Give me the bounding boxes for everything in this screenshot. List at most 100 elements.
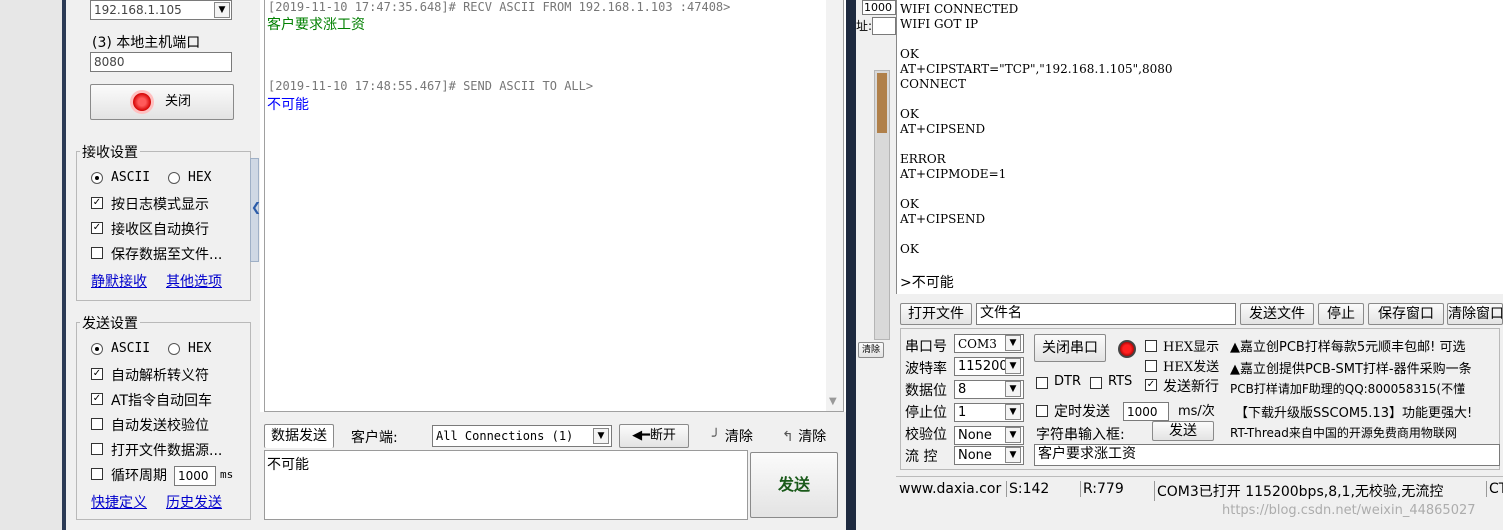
serial-terminal-last-line: >不可能	[900, 275, 954, 291]
save-file-checkbox[interactable]	[91, 247, 103, 259]
history-send-link[interactable]: 历史发送	[166, 492, 222, 512]
loop-period-label: 循环周期	[111, 468, 167, 484]
timed-send-checkbox[interactable]	[1036, 405, 1048, 417]
ad-line-4[interactable]: 【下载升级版SSCOM5.13】功能更强大!	[1235, 402, 1472, 421]
sscom-top-value[interactable]: 1000	[862, 0, 896, 15]
client-select[interactable]: All Connections (1)	[432, 425, 612, 447]
serial-input-box[interactable]: 客户要求涨工资	[1034, 444, 1500, 466]
recv-hex-label: HEX	[188, 170, 212, 185]
file-source-label: 打开文件数据源...	[111, 443, 223, 459]
silent-recv-link[interactable]: 静默接收	[91, 271, 147, 291]
local-port-input[interactable]: 8080	[90, 52, 232, 72]
send-ascii-radio[interactable]	[91, 343, 103, 355]
hex-show-checkbox[interactable]	[1145, 340, 1157, 352]
auto-wrap-label: 接收区自动换行	[111, 222, 209, 238]
timed-value-input[interactable]: 1000	[1123, 402, 1169, 421]
status-recv-count: R:779	[1080, 481, 1124, 497]
open-file-button[interactable]: 打开文件	[900, 303, 972, 325]
terminal-line: OK	[900, 47, 919, 61]
send-button[interactable]: 发送	[750, 452, 838, 518]
log-mode-label: 按日志模式显示	[111, 197, 209, 213]
file-source-checkbox[interactable]	[91, 443, 103, 455]
rts-checkbox[interactable]	[1090, 377, 1102, 389]
rts-label: RTS	[1108, 374, 1133, 389]
ad-line-1[interactable]: ▲嘉立创PCB打样每款5元顺丰包邮! 可选	[1230, 336, 1465, 355]
other-options-link[interactable]: 其他选项	[166, 271, 222, 291]
save-file-label: 保存数据至文件...	[111, 247, 223, 263]
serial-send-button[interactable]: 发送	[1152, 421, 1214, 441]
send-ascii-label: ASCII	[111, 341, 151, 356]
parity-dropdown-icon[interactable]: ▼	[1005, 427, 1021, 443]
disconnect-label: 断开	[649, 428, 676, 443]
hex-show-label: HEX显示	[1163, 340, 1220, 355]
log-scrollbar[interactable]: ▼	[826, 0, 843, 411]
parity-label: 校验位	[905, 427, 947, 443]
clear-broom-icon: ╯	[712, 429, 721, 445]
disconnect-button[interactable]: ◀━断开	[619, 424, 689, 448]
terminal-line: AT+CIPSTART="TCP","192.168.1.105",8080	[900, 62, 1173, 76]
client-label: 客户端:	[351, 430, 398, 446]
dtr-checkbox[interactable]	[1036, 377, 1048, 389]
terminal-line: WIFI CONNECTED	[900, 2, 1019, 16]
serial-terminal-text: WIFI CONNECTED WIFI GOT IP OK AT+CIPSTART=…	[900, 2, 1172, 257]
send-newline-checkbox[interactable]: ✓	[1145, 379, 1157, 391]
hex-send-checkbox[interactable]	[1145, 360, 1157, 372]
close-button[interactable]: 关闭	[90, 84, 234, 120]
log-mode-checkbox[interactable]: ✓	[91, 197, 103, 209]
hex-send-label: HEX发送	[1163, 360, 1220, 375]
close-port-button[interactable]: 关闭串口	[1034, 334, 1106, 362]
recv-ascii-radio[interactable]	[91, 172, 103, 184]
host-ip-dropdown-icon[interactable]: ▼	[214, 2, 230, 18]
send-text-area[interactable]: 不可能	[264, 450, 748, 520]
clear-recv-button[interactable]: ↰ 清除	[782, 426, 826, 446]
auto-wrap-checkbox[interactable]: ✓	[91, 222, 103, 234]
stopbits-dropdown-icon[interactable]: ▼	[1005, 404, 1021, 420]
sscom-side-scrollbar[interactable]	[874, 70, 890, 340]
at-auto-cr-label: AT指令自动回车	[111, 393, 213, 409]
flow-dropdown-icon[interactable]: ▼	[1005, 447, 1021, 463]
ad-line-3[interactable]: PCB打样请加F助理的QQ:800058315(不懂	[1230, 380, 1465, 397]
send-hex-radio[interactable]	[168, 343, 180, 355]
auto-checksum-checkbox[interactable]	[91, 418, 103, 430]
loop-period-checkbox[interactable]	[91, 468, 103, 480]
serial-terminal[interactable]: WIFI CONNECTED WIFI GOT IP OK AT+CIPSTART=…	[896, 0, 1503, 294]
status-port-info: COM3已打开 115200bps,8,1,无校验,无流控	[1154, 481, 1443, 501]
dtr-label: DTR	[1054, 374, 1081, 389]
receive-log[interactable]: [2019-11-10 17:47:35.648]# RECV ASCII FR…	[264, 0, 844, 412]
loop-ms-input[interactable]: 1000	[174, 466, 216, 486]
client-dropdown-icon[interactable]: ▼	[593, 428, 609, 444]
log-recv-text: 客户要求涨工资	[267, 17, 365, 33]
ad-line-2[interactable]: ▲嘉立创提供PCB-SMT打样-器件采购一条	[1230, 358, 1472, 377]
clear-recv-label: 清除	[798, 429, 827, 445]
recv-hex-radio[interactable]	[168, 172, 180, 184]
tab-data-send[interactable]: 数据发送	[264, 424, 334, 448]
shortcut-def-link[interactable]: 快捷定义	[91, 492, 147, 512]
file-name-input[interactable]: 文件名	[976, 303, 1236, 325]
clear-send-button[interactable]: ╯ 清除	[712, 426, 753, 446]
status-site[interactable]: www.daxia.cor	[899, 481, 1001, 497]
collapse-arrow-icon[interactable]: ❮	[251, 200, 261, 214]
baud-dropdown-icon[interactable]: ▼	[1005, 358, 1021, 374]
stop-button[interactable]: 停止	[1318, 303, 1364, 325]
sscom-addr-field[interactable]	[872, 17, 896, 35]
sscom-small-clear-button[interactable]: 清除	[858, 342, 884, 358]
arrow-left-icon: ◀━	[632, 428, 650, 443]
stopbits-label: 停止位	[905, 405, 947, 421]
ad-line-5[interactable]: RT-Thread来自中国的开源免费商用物联网	[1230, 424, 1457, 441]
port-dropdown-icon[interactable]: ▼	[1005, 335, 1021, 351]
clear-window-button[interactable]: 清除窗口	[1447, 303, 1503, 325]
scroll-down-icon[interactable]: ▼	[829, 396, 837, 407]
at-auto-cr-checkbox[interactable]: ✓	[91, 393, 103, 405]
save-window-button[interactable]: 保存窗口	[1368, 303, 1444, 325]
send-file-button[interactable]: 发送文件	[1240, 303, 1314, 325]
status-sent-count: S:142	[1006, 481, 1049, 497]
ms-per-label: ms/次	[1178, 404, 1215, 419]
host-ip-combo[interactable]: 192.168.1.105	[90, 0, 232, 20]
databits-dropdown-icon[interactable]: ▼	[1005, 381, 1021, 397]
auto-escape-checkbox[interactable]: ✓	[91, 368, 103, 380]
sscom-side-thumb[interactable]	[877, 73, 887, 133]
